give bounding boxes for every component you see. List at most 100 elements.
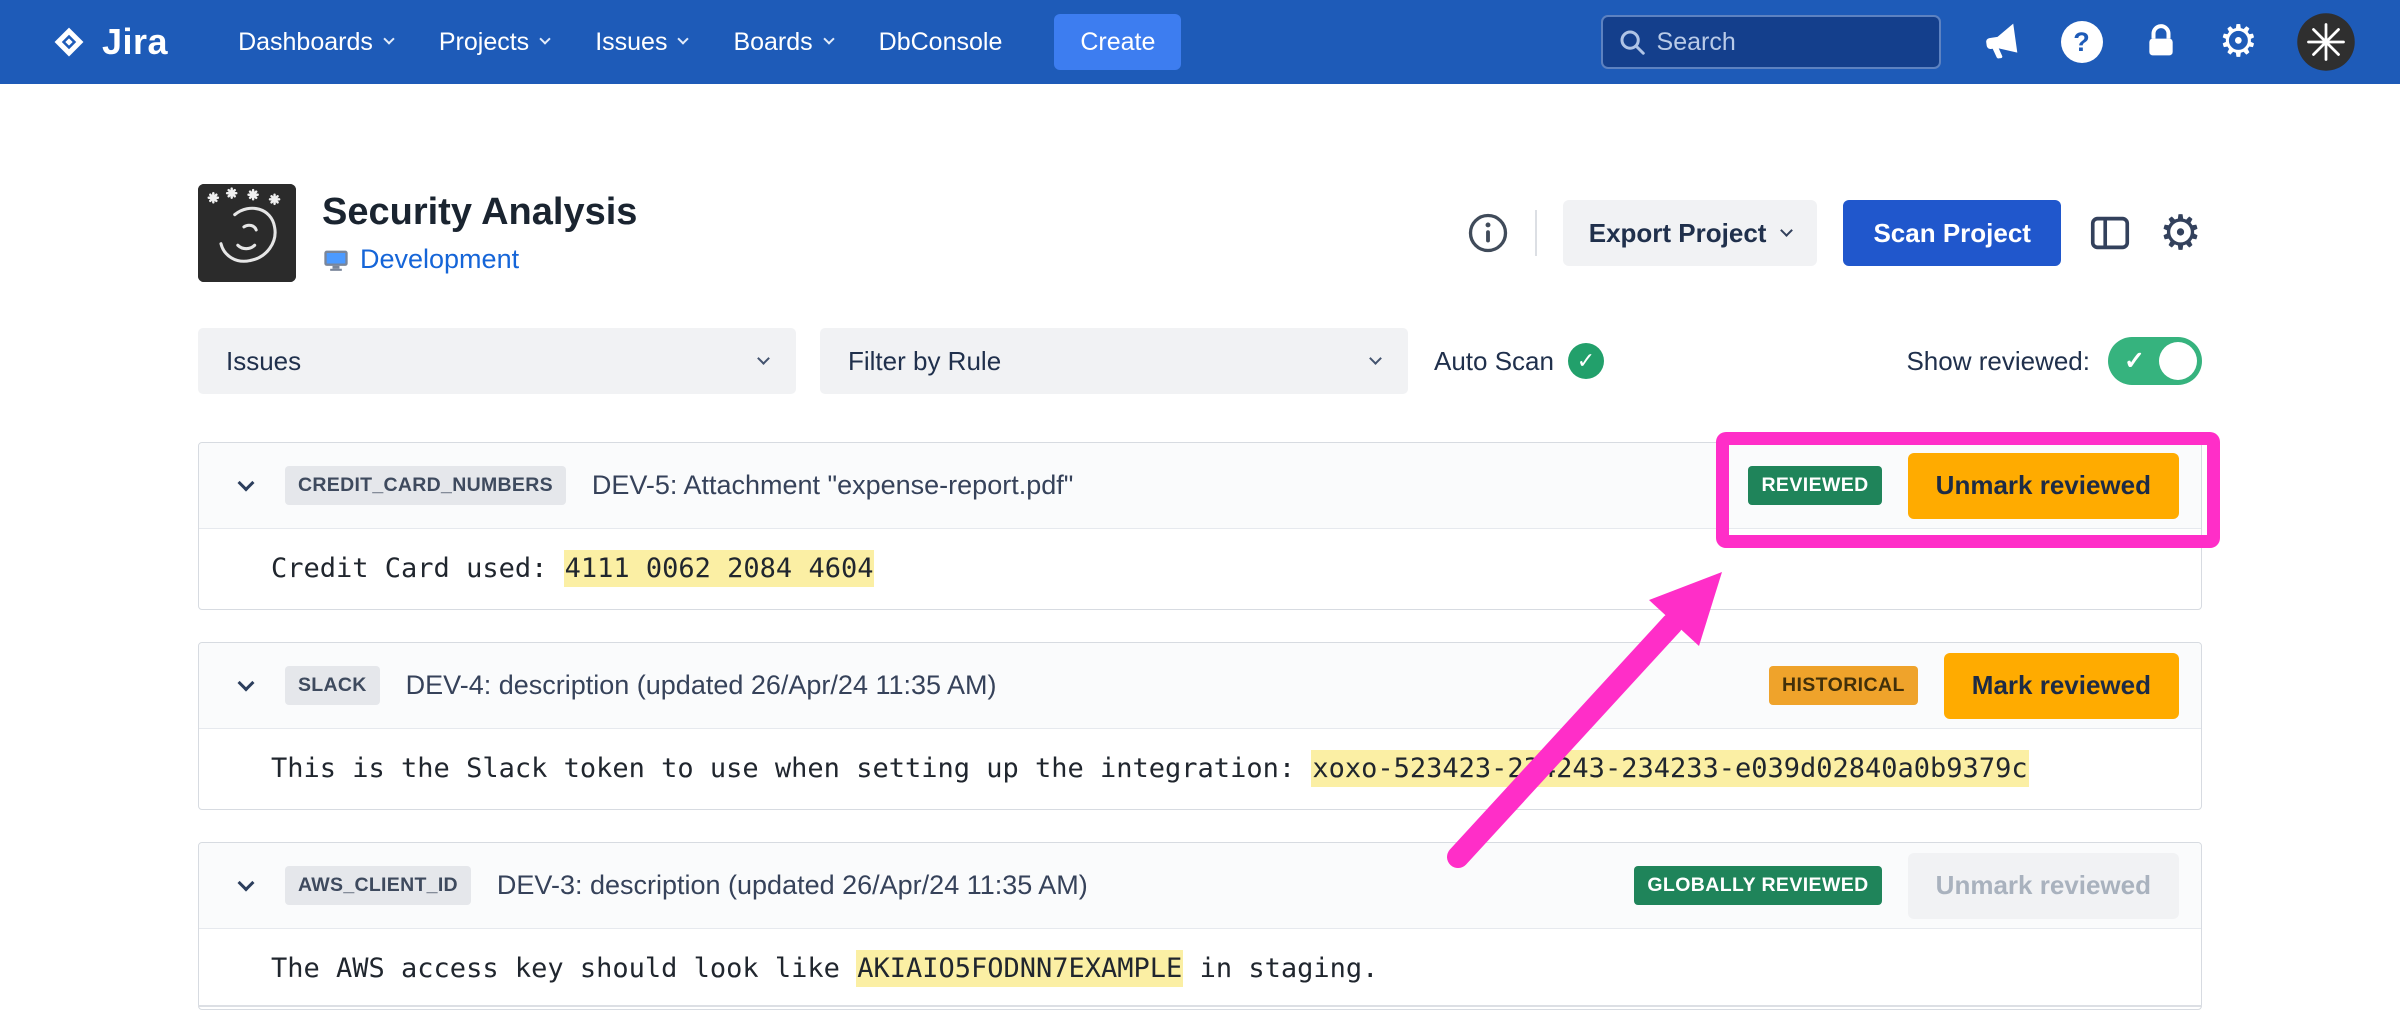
search-input[interactable] [1657, 28, 1925, 57]
detected-secret: AKIAIO5FODNN7EXAMPLE [856, 950, 1183, 987]
finding-actions: HISTORICAL Mark reviewed [1769, 653, 2179, 719]
user-avatar[interactable] [2296, 12, 2356, 72]
nav-item-label: Dashboards [238, 28, 373, 57]
monitor-icon [322, 246, 350, 274]
header-actions: Export Project Scan Project ⚙ [1467, 200, 2202, 266]
lock-icon [2141, 22, 2181, 62]
scan-project-button[interactable]: Scan Project [1843, 200, 2061, 266]
finding-body: Credit Card used: 4111 0062 2084 4604 [199, 529, 2201, 609]
chevron-down-icon [238, 874, 255, 891]
show-reviewed-toggle[interactable]: ✓ [2108, 337, 2202, 385]
filters-row: Issues Filter by Rule Auto Scan ✓ Show r… [198, 328, 2202, 394]
toggle-knob [2159, 342, 2197, 380]
finding-header: CREDIT_CARD_NUMBERS DEV-5: Attachment "e… [199, 443, 2201, 529]
gear-icon: ⚙ [2219, 20, 2258, 64]
collapse-chevron-icon[interactable] [233, 483, 259, 489]
nav-icon-cluster: ? ⚙ [1979, 12, 2356, 72]
finding-title: DEV-3: description (updated 26/Apr/24 11… [497, 870, 1088, 901]
finding-title: DEV-5: Attachment "expense-report.pdf" [592, 470, 1073, 501]
project-settings-button[interactable]: ⚙ [2159, 209, 2202, 257]
finding-actions: REVIEWED Unmark reviewed [1748, 453, 2179, 519]
finding-actions: GLOBALLY REVIEWED Unmark reviewed [1634, 853, 2179, 919]
chevron-down-icon [757, 352, 770, 365]
jira-logo-icon [48, 21, 90, 63]
body-text-prefix: Credit Card used: [271, 553, 564, 584]
detected-secret: 4111 0062 2084 4604 [564, 550, 875, 587]
unmark-reviewed-button[interactable]: Unmark reviewed [1908, 453, 2179, 519]
nav-item-dashboards[interactable]: Dashboards [238, 28, 393, 57]
unmark-reviewed-button-disabled[interactable]: Unmark reviewed [1908, 853, 2179, 919]
chevron-down-icon [540, 33, 551, 44]
nav-item-issues[interactable]: Issues [595, 28, 687, 57]
megaphone-icon [1979, 20, 2023, 64]
finding-card-slack: SLACK DEV-4: description (updated 26/Apr… [198, 642, 2202, 810]
project-avatar-image [198, 184, 296, 282]
finding-card-credit-card: CREDIT_CARD_NUMBERS DEV-5: Attachment "e… [198, 442, 2202, 610]
nav-item-label: Boards [733, 28, 812, 57]
show-reviewed-label: Show reviewed: [1906, 346, 2090, 377]
vertical-divider [1535, 210, 1537, 256]
nav-item-boards[interactable]: Boards [733, 28, 832, 57]
main-content: Security Analysis Development [198, 184, 2202, 1010]
chevron-down-icon [678, 33, 689, 44]
security-button[interactable] [2141, 22, 2181, 62]
finding-card-aws: AWS_CLIENT_ID DEV-3: description (update… [198, 842, 2202, 1010]
help-button[interactable]: ? [2061, 21, 2103, 63]
status-badge: GLOBALLY REVIEWED [1634, 866, 1881, 905]
finding-header: SLACK DEV-4: description (updated 26/Apr… [199, 643, 2201, 729]
collapse-chevron-icon[interactable] [233, 883, 259, 889]
bottom-divider [198, 1005, 2202, 1007]
announcements-button[interactable] [1979, 20, 2023, 64]
chevron-down-icon [383, 33, 394, 44]
nav-menu: Dashboards Projects Issues Boards DbCons… [238, 28, 1002, 57]
brand-name: Jira [102, 21, 168, 63]
project-breadcrumb[interactable]: Development [322, 244, 637, 275]
settings-button[interactable]: ⚙ [2219, 20, 2258, 64]
rule-dropdown-label: Filter by Rule [848, 346, 1001, 377]
nav-item-label: Issues [595, 28, 667, 57]
question-mark-icon: ? [2061, 21, 2103, 63]
page-title: Security Analysis [322, 191, 637, 234]
project-titles: Security Analysis Development [322, 191, 637, 275]
finding-header: AWS_CLIENT_ID DEV-3: description (update… [199, 843, 2201, 929]
export-project-label: Export Project [1589, 218, 1767, 249]
chevron-down-icon [1369, 352, 1382, 365]
create-button[interactable]: Create [1054, 14, 1181, 70]
check-circle-icon: ✓ [1568, 343, 1604, 379]
question-glyph: ? [2073, 27, 2090, 58]
search-icon [1617, 27, 1647, 57]
nav-item-label: Projects [439, 28, 529, 57]
issues-dropdown[interactable]: Issues [198, 328, 796, 394]
project-avatar [198, 184, 296, 282]
nav-item-dbconsole[interactable]: DbConsole [879, 28, 1003, 57]
detected-secret: xoxo-523423-234243-234233-e039d02840a0b9… [1311, 750, 2028, 787]
gear-icon: ⚙ [2159, 209, 2202, 257]
body-text-prefix: The AWS access key should look like [271, 953, 856, 984]
rule-badge: AWS_CLIENT_ID [285, 866, 471, 905]
top-nav: Jira Dashboards Projects Issues Boards D… [0, 0, 2400, 84]
body-text-suffix: in staging. [1183, 953, 1378, 984]
nav-item-projects[interactable]: Projects [439, 28, 549, 57]
mark-reviewed-button[interactable]: Mark reviewed [1944, 653, 2179, 719]
auto-scan-status: Auto Scan ✓ [1434, 343, 1604, 379]
export-project-button[interactable]: Export Project [1563, 200, 1818, 266]
info-button[interactable] [1467, 212, 1509, 254]
layout-panel-icon [2087, 210, 2133, 256]
avatar-icon [2296, 12, 2356, 72]
check-icon: ✓ [2124, 346, 2145, 376]
filter-by-rule-dropdown[interactable]: Filter by Rule [820, 328, 1408, 394]
chevron-down-icon [238, 474, 255, 491]
finding-title: DEV-4: description (updated 26/Apr/24 11… [406, 670, 997, 701]
jira-logo[interactable]: Jira [48, 21, 168, 63]
nav-item-label: DbConsole [879, 28, 1003, 57]
body-text-prefix: This is the Slack token to use when sett… [271, 753, 1311, 784]
rule-badge: CREDIT_CARD_NUMBERS [285, 466, 566, 505]
search-box[interactable] [1601, 15, 1941, 69]
status-badge: REVIEWED [1748, 466, 1881, 505]
info-icon [1467, 212, 1509, 254]
collapse-chevron-icon[interactable] [233, 683, 259, 689]
findings-list: CREDIT_CARD_NUMBERS DEV-5: Attachment "e… [198, 442, 2202, 1010]
side-panel-button[interactable] [2087, 210, 2133, 256]
chevron-down-icon [238, 674, 255, 691]
project-link[interactable]: Development [360, 244, 519, 275]
